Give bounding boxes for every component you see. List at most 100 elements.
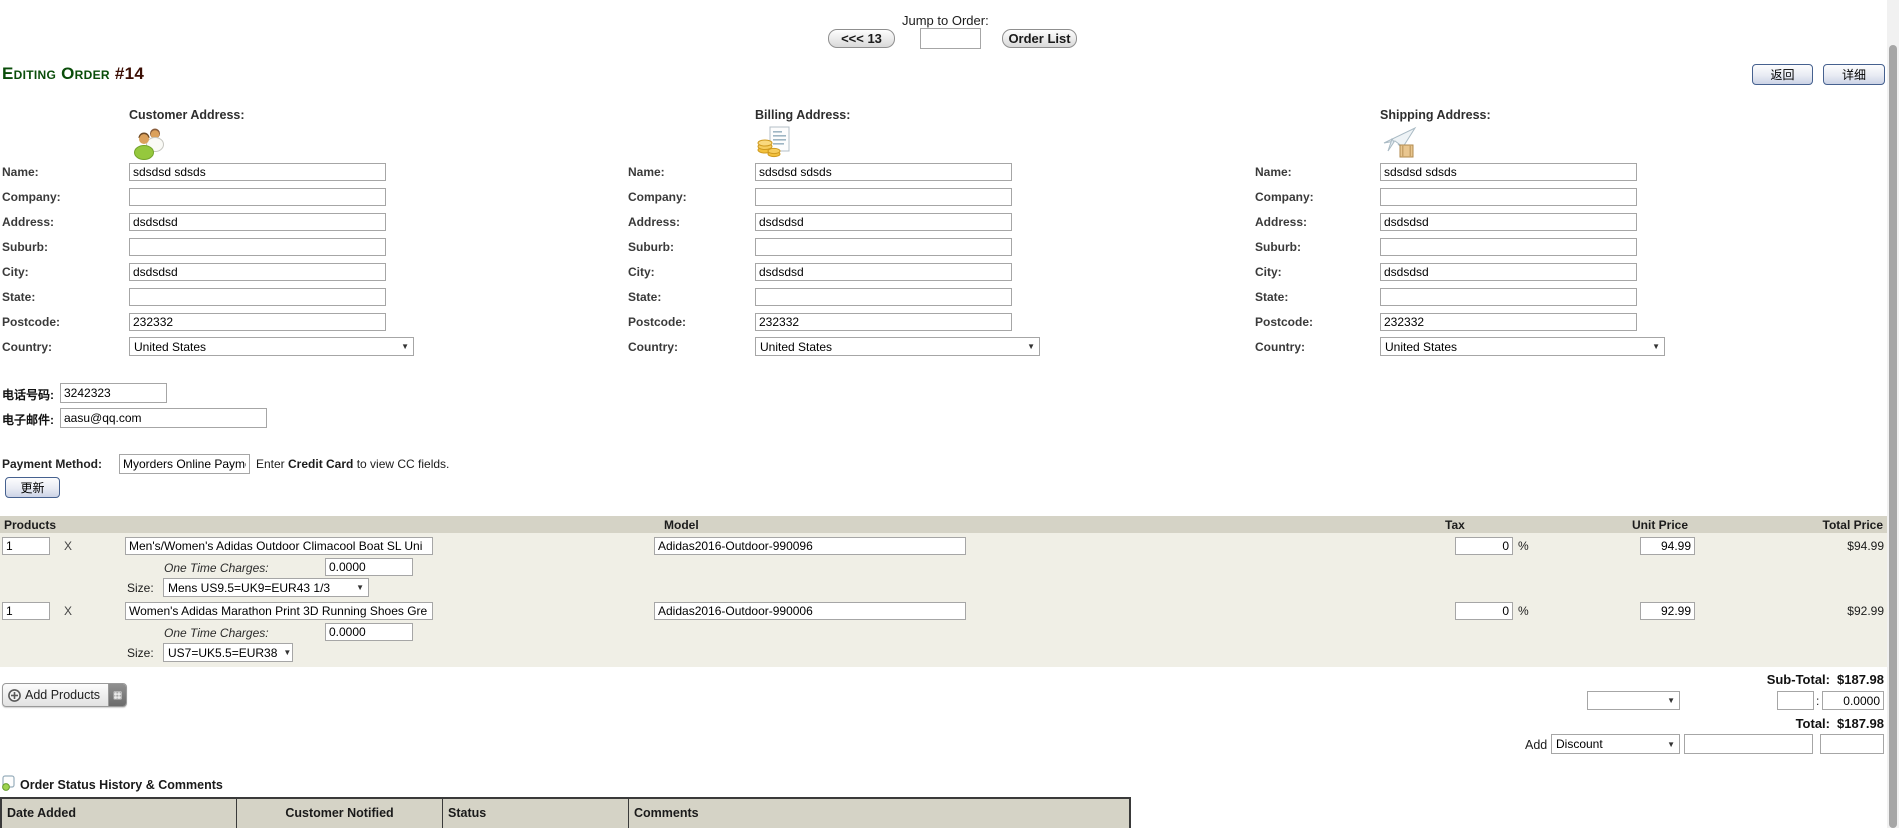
tax-percent-suffix: % [1518, 539, 1529, 553]
chevron-down-icon: ▼ [356, 583, 364, 592]
airplane-package-icon [1382, 125, 1418, 161]
multiply-symbol: X [64, 539, 72, 553]
billing-company-input[interactable] [755, 188, 1012, 206]
billing-address-input[interactable] [755, 213, 1012, 231]
jump-to-order-label: Jump to Order: [902, 13, 989, 28]
add-label: Add [1525, 738, 1547, 752]
product-name-input[interactable] [125, 602, 433, 620]
customer-country-value: United States [134, 340, 206, 354]
order-number: #14 [115, 64, 144, 83]
product-model-input[interactable] [654, 537, 966, 555]
shipping-address-label: Address: [1255, 215, 1307, 229]
colon-separator: : [1816, 694, 1819, 708]
one-time-charges-label: One Time Charges: [164, 561, 269, 575]
product-tax-input[interactable] [1455, 537, 1513, 555]
customer-state-input[interactable] [129, 288, 386, 306]
scrollbar-thumb[interactable] [1889, 45, 1897, 828]
shipping-postcode-input[interactable] [1380, 313, 1637, 331]
shipping-state-input[interactable] [1380, 288, 1637, 306]
email-label: 电子邮件: [2, 411, 54, 428]
payment-hint-bold: Credit Card [288, 457, 353, 471]
customer-suburb-input[interactable] [129, 238, 386, 256]
customer-name-input[interactable] [129, 163, 386, 181]
customer-address-input[interactable] [129, 213, 386, 231]
shipping-country-select[interactable]: United States ▼ [1380, 337, 1665, 356]
history-col-comments: Comments [629, 799, 1129, 828]
product-name-input[interactable] [125, 537, 433, 555]
product-qty-input[interactable] [2, 602, 50, 620]
phone-input[interactable] [60, 383, 167, 403]
one-time-charges-input[interactable] [325, 623, 413, 641]
product-unit-price-input[interactable] [1640, 537, 1695, 555]
shipping-suburb-input[interactable] [1380, 238, 1637, 256]
add-total-title-input[interactable] [1684, 734, 1813, 754]
add-total-type-select[interactable]: Discount ▼ [1551, 734, 1680, 754]
chevron-down-icon: ▼ [1667, 740, 1675, 749]
shipping-postcode-label: Postcode: [1255, 315, 1313, 329]
grid-icon: ▦ [108, 684, 126, 706]
subtotal-label: Sub-Total: [1767, 672, 1830, 687]
total-price-column-header: Total Price [1823, 518, 1883, 532]
subtotal-value: $187.98 [1837, 672, 1884, 687]
add-products-button[interactable]: Add Products ▦ [2, 683, 127, 707]
product-model-input[interactable] [654, 602, 966, 620]
product-unit-price-input[interactable] [1640, 602, 1695, 620]
customer-company-label: Company: [2, 190, 61, 204]
product-qty-input[interactable] [2, 537, 50, 555]
tax-column-header: Tax [1445, 518, 1465, 532]
add-total-amount-input[interactable] [1820, 734, 1884, 754]
customer-company-input[interactable] [129, 188, 386, 206]
billing-name-input[interactable] [755, 163, 1012, 181]
shipping-company-input[interactable] [1380, 188, 1637, 206]
shipping-city-input[interactable] [1380, 263, 1637, 281]
history-col-status: Status [443, 799, 629, 828]
customer-postcode-label: Postcode: [2, 315, 60, 329]
shipping-city-label: City: [1255, 265, 1282, 279]
total-value: $187.98 [1837, 716, 1884, 731]
product-tax-input[interactable] [1455, 602, 1513, 620]
billing-suburb-label: Suburb: [628, 240, 674, 254]
chevron-down-icon: ▼ [1027, 342, 1035, 351]
order-total-amount-input[interactable] [1822, 691, 1884, 710]
customer-name-label: Name: [2, 165, 39, 179]
invoice-coins-icon [757, 125, 793, 161]
shipping-address-input[interactable] [1380, 213, 1637, 231]
billing-city-label: City: [628, 265, 655, 279]
size-label: Size: [127, 646, 154, 660]
email-input[interactable] [60, 408, 267, 428]
billing-suburb-input[interactable] [755, 238, 1012, 256]
payment-hint-post: to view CC fields. [353, 457, 449, 471]
billing-city-input[interactable] [755, 263, 1012, 281]
billing-name-label: Name: [628, 165, 665, 179]
chevron-down-icon: ▼ [401, 342, 409, 351]
order-list-button[interactable]: Order List [1002, 29, 1077, 48]
one-time-charges-input[interactable] [325, 558, 413, 576]
customer-state-label: State: [2, 290, 35, 304]
billing-postcode-input[interactable] [755, 313, 1012, 331]
previous-order-button[interactable]: <<< 13 [828, 29, 895, 48]
billing-country-select[interactable]: United States ▼ [755, 337, 1040, 356]
order-total-select[interactable]: ▼ [1587, 691, 1680, 710]
customer-postcode-input[interactable] [129, 313, 386, 331]
jump-order-input[interactable] [920, 28, 981, 49]
billing-postcode-label: Postcode: [628, 315, 686, 329]
billing-state-input[interactable] [755, 288, 1012, 306]
product-size-select[interactable]: US7=UK5.5=EUR38 ▼ [163, 643, 293, 662]
history-col-date-added: Date Added [2, 799, 237, 828]
page-title: Editing Order #14 [2, 64, 144, 84]
payment-method-input[interactable] [119, 454, 250, 474]
order-total-title-input[interactable] [1777, 691, 1814, 710]
chevron-down-icon: ▼ [1667, 696, 1675, 705]
update-button[interactable]: 更新 [5, 477, 60, 498]
customer-country-select[interactable]: United States ▼ [129, 337, 414, 356]
detail-button[interactable]: 详细 [1823, 64, 1885, 85]
plus-circle-icon [8, 689, 21, 702]
back-button[interactable]: 返回 [1752, 64, 1813, 85]
billing-address-heading: Billing Address: [755, 108, 850, 122]
products-table-header [0, 516, 1887, 533]
customer-city-input[interactable] [129, 263, 386, 281]
payment-method-label: Payment Method: [2, 457, 102, 471]
product-size-select[interactable]: Mens US9.5=UK9=EUR43 1/3 ▼ [163, 578, 369, 597]
shipping-name-input[interactable] [1380, 163, 1637, 181]
product-total-price: $94.99 [1847, 539, 1884, 553]
